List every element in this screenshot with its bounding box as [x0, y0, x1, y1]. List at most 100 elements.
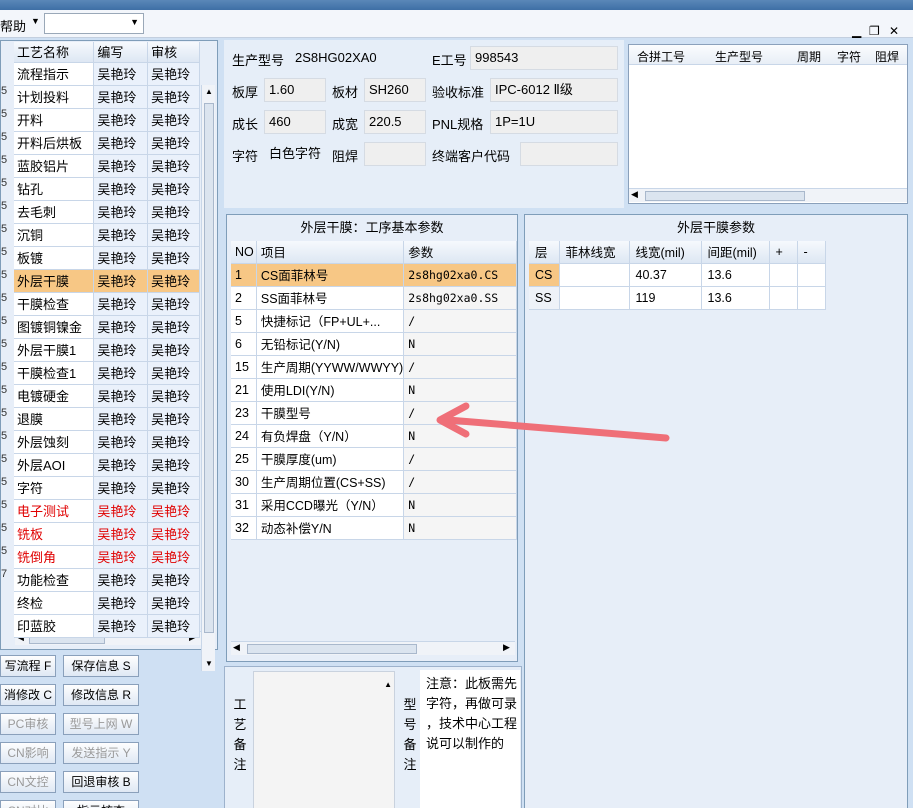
- minimize-icon[interactable]: ▁: [852, 24, 861, 38]
- process-name-cell[interactable]: 功能检查: [14, 568, 95, 592]
- ecn-archive-button[interactable]: CN文控: [0, 771, 56, 793]
- author-cell[interactable]: 吴艳玲: [93, 292, 149, 316]
- author-cell[interactable]: 吴艳玲: [93, 430, 149, 454]
- reviewer-cell[interactable]: 吴艳玲: [147, 499, 200, 523]
- process-name-cell[interactable]: 铣倒角: [14, 545, 95, 569]
- reviewer-cell[interactable]: 吴艳玲: [147, 407, 200, 431]
- process-name-cell[interactable]: 开料: [14, 108, 95, 132]
- reviewer-cell[interactable]: 吴艳玲: [147, 177, 200, 201]
- column-header-process-name[interactable]: 工艺名称: [14, 42, 95, 63]
- return-review-button[interactable]: 回退审核 B: [63, 771, 139, 793]
- table-row[interactable]: 32 动态补偿Y/N N: [231, 516, 517, 540]
- value-cell[interactable]: N: [403, 493, 517, 517]
- author-cell[interactable]: 吴艳玲: [93, 223, 149, 247]
- film-width-cell[interactable]: [559, 286, 630, 310]
- restore-icon[interactable]: ❐: [869, 24, 880, 38]
- value-cell[interactable]: /: [403, 470, 517, 494]
- item-cell[interactable]: 无铅标记(Y/N): [256, 332, 405, 356]
- line-width-cell[interactable]: 119: [629, 286, 702, 310]
- no-cell[interactable]: 6: [231, 332, 257, 356]
- value-cell[interactable]: 2s8hg02xa0.CS: [403, 263, 517, 287]
- reviewer-cell[interactable]: 吴艳玲: [147, 62, 200, 86]
- item-cell[interactable]: 使用LDI(Y/N): [256, 378, 405, 402]
- process-name-cell[interactable]: 电镀硬金: [14, 384, 95, 408]
- table-row[interactable]: 外层干膜1 吴艳玲 吴艳玲: [14, 338, 200, 362]
- scroll-up-icon[interactable]: ▲: [384, 680, 392, 689]
- table-row[interactable]: 沉铜 吴艳玲 吴艳玲: [14, 223, 200, 247]
- layer-cell[interactable]: CS: [529, 263, 560, 287]
- ecn-compare-button[interactable]: CN对比: [0, 800, 56, 808]
- plus-cell[interactable]: [769, 286, 798, 310]
- column-header-no[interactable]: NO: [231, 241, 257, 264]
- table-row[interactable]: 25 干膜厚度(um) /: [231, 447, 517, 471]
- standard-field[interactable]: IPC-6012 Ⅱ级: [490, 78, 618, 102]
- author-cell[interactable]: 吴艳玲: [93, 108, 149, 132]
- column-header-line-width[interactable]: 线宽(mil): [629, 241, 702, 264]
- author-cell[interactable]: 吴艳玲: [93, 476, 149, 500]
- column-header-char[interactable]: 字符: [837, 48, 861, 65]
- column-header-item[interactable]: 项目: [256, 241, 405, 264]
- item-cell[interactable]: 采用CCD曝光（Y/N）: [256, 493, 405, 517]
- reviewer-cell[interactable]: 吴艳玲: [147, 315, 200, 339]
- model-remark-field[interactable]: 注意：此板需先 字符，再做可录 ，技术中心工程 说可以制作的: [420, 670, 520, 808]
- author-cell[interactable]: 吴艳玲: [93, 246, 149, 270]
- item-cell[interactable]: 有负焊盘（Y/N）: [256, 424, 405, 448]
- table-row[interactable]: 电镀硬金 吴艳玲 吴艳玲: [14, 384, 200, 408]
- no-cell[interactable]: 31: [231, 493, 257, 517]
- author-cell[interactable]: 吴艳玲: [93, 338, 149, 362]
- process-name-cell[interactable]: 外层蚀刻: [14, 430, 95, 454]
- table-row[interactable]: 31 采用CCD曝光（Y/N） N: [231, 493, 517, 517]
- no-cell[interactable]: 1: [231, 263, 257, 287]
- table-row[interactable]: 蓝胶铝片 吴艳玲 吴艳玲: [14, 154, 200, 178]
- cancel-edit-button[interactable]: 消修改 C: [0, 684, 56, 706]
- layer-cell[interactable]: SS: [529, 286, 560, 310]
- table-row[interactable]: 流程指示 吴艳玲 吴艳玲: [14, 62, 200, 86]
- instruction-review-button[interactable]: 指示核查: [63, 800, 139, 808]
- scroll-left-icon[interactable]: ◀: [631, 189, 638, 200]
- column-header-layer[interactable]: 层: [529, 241, 560, 264]
- table-row[interactable]: 退膜 吴艳玲 吴艳玲: [14, 407, 200, 431]
- reviewer-cell[interactable]: 吴艳玲: [147, 292, 200, 316]
- author-cell[interactable]: 吴艳玲: [93, 131, 149, 155]
- value-cell[interactable]: /: [403, 355, 517, 379]
- process-remark-field[interactable]: ▲: [253, 671, 395, 808]
- author-cell[interactable]: 吴艳玲: [93, 568, 149, 592]
- toolbar-combobox[interactable]: ▼: [44, 13, 144, 34]
- author-cell[interactable]: 吴艳玲: [93, 499, 149, 523]
- table-row[interactable]: 外层干膜 吴艳玲 吴艳玲: [14, 269, 200, 293]
- column-header-film-width[interactable]: 菲林线宽: [559, 241, 630, 264]
- horizontal-scrollbar[interactable]: ◀: [629, 188, 907, 202]
- reviewer-cell[interactable]: 吴艳玲: [147, 85, 200, 109]
- author-cell[interactable]: 吴艳玲: [93, 384, 149, 408]
- edit-info-button[interactable]: 修改信息 R: [63, 684, 139, 706]
- process-name-cell[interactable]: 外层AOI: [14, 453, 95, 477]
- chevron-down-icon[interactable]: ▼: [31, 16, 40, 26]
- reviewer-cell[interactable]: 吴艳玲: [147, 200, 200, 224]
- column-header-model[interactable]: 生产型号: [715, 48, 763, 65]
- table-row[interactable]: SS 119 13.6: [529, 286, 826, 310]
- spacing-cell[interactable]: 13.6: [701, 286, 770, 310]
- process-name-cell[interactable]: 外层干膜: [14, 269, 95, 293]
- reviewer-cell[interactable]: 吴艳玲: [147, 154, 200, 178]
- process-name-cell[interactable]: 板镀: [14, 246, 95, 270]
- vertical-scrollbar[interactable]: ▲ ▼: [201, 85, 215, 671]
- author-cell[interactable]: 吴艳玲: [93, 522, 149, 546]
- table-row[interactable]: 电子测试 吴艳玲 吴艳玲: [14, 499, 200, 523]
- length-field[interactable]: 460: [264, 110, 326, 134]
- reviewer-cell[interactable]: 吴艳玲: [147, 108, 200, 132]
- model-online-button[interactable]: 型号上网 W: [63, 713, 139, 735]
- process-name-cell[interactable]: 铣板: [14, 522, 95, 546]
- spacing-cell[interactable]: 13.6: [701, 263, 770, 287]
- reviewer-cell[interactable]: 吴艳玲: [147, 338, 200, 362]
- author-cell[interactable]: 吴艳玲: [93, 614, 149, 638]
- chevron-down-icon[interactable]: ▼: [130, 17, 139, 27]
- value-cell[interactable]: 2s8hg02xa0.SS: [403, 286, 517, 310]
- column-header-spacing[interactable]: 间距(mil): [701, 241, 770, 264]
- process-name-cell[interactable]: 蓝胶铝片: [14, 154, 95, 178]
- thickness-field[interactable]: 1.60: [264, 78, 326, 102]
- table-row[interactable]: 1 CS面菲林号 2s8hg02xa0.CS: [231, 263, 517, 287]
- author-cell[interactable]: 吴艳玲: [93, 154, 149, 178]
- process-name-cell[interactable]: 干膜检查: [14, 292, 95, 316]
- process-name-cell[interactable]: 计划投料: [14, 85, 95, 109]
- customer-field[interactable]: [520, 142, 618, 166]
